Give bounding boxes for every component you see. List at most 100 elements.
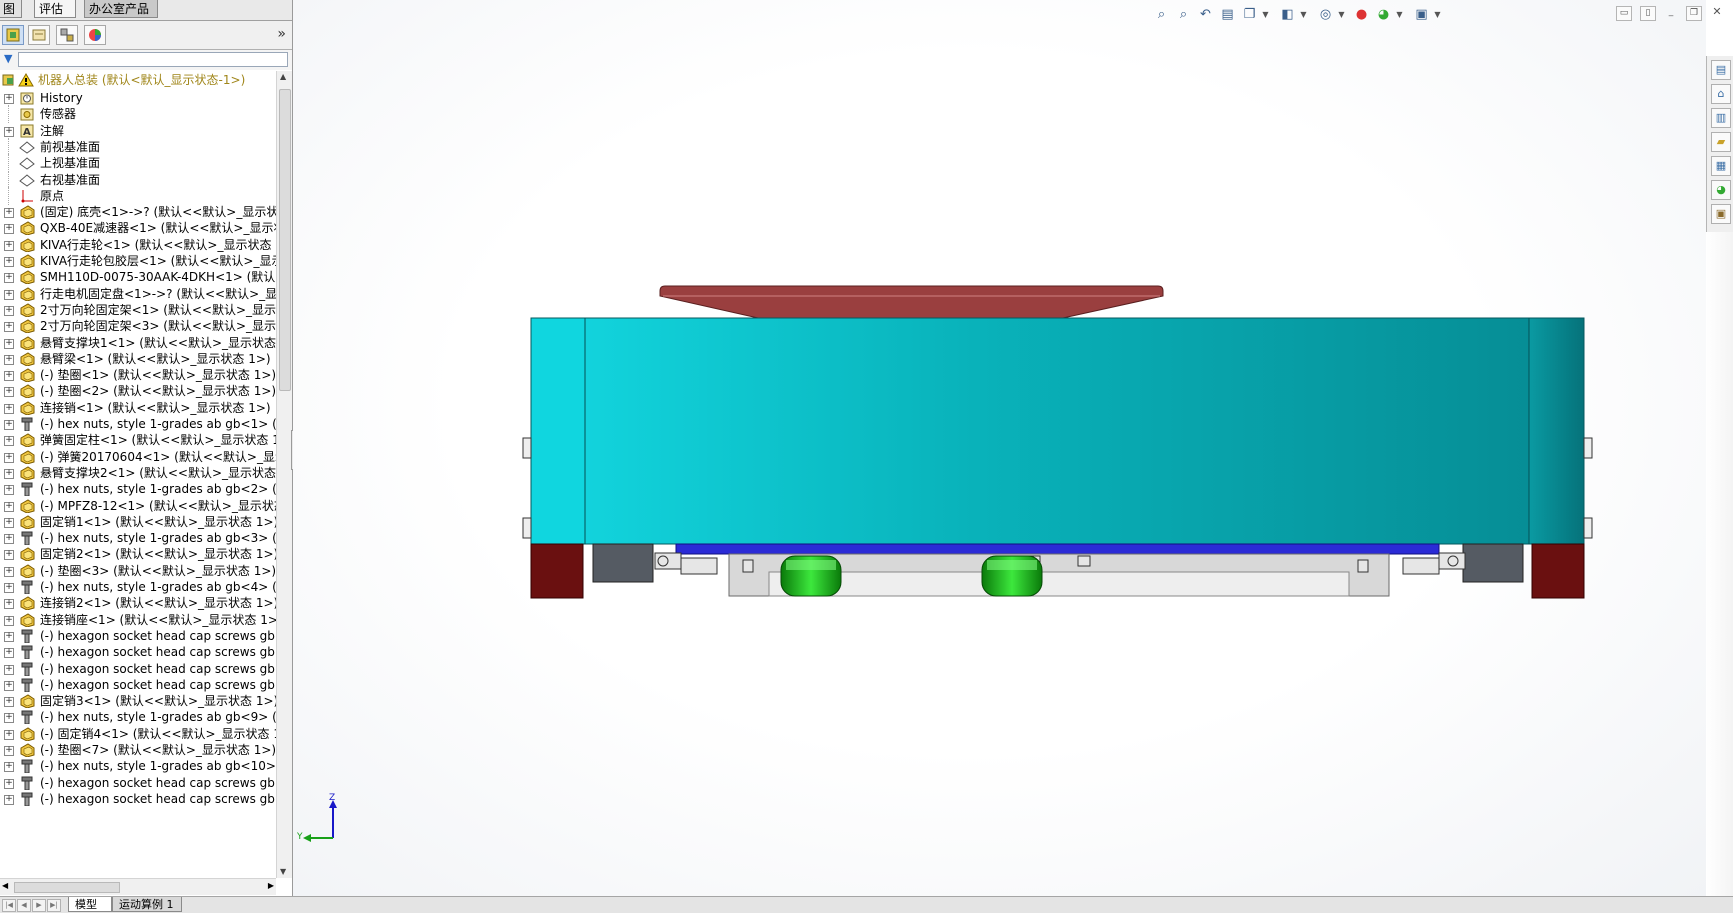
expand-toggle-icon[interactable]: + [4, 289, 14, 300]
tab-motion-study[interactable]: 运动算例 1 [112, 897, 182, 912]
tree-node[interactable]: + 固定销1<1> (默认<<默认>_显示状态 1>) [0, 513, 276, 531]
tree-vertical-scrollbar[interactable]: ▲ ▼ [276, 71, 292, 878]
tree-node[interactable]: + SMH110D-0075-30AAK-4DKH<1> (默认< [0, 268, 276, 286]
tree-node[interactable]: + (-) hexagon socket head cap screws gb< [0, 790, 276, 808]
tree-node[interactable]: + (-) hex nuts, style 1-grades ab gb<9> (… [0, 708, 276, 726]
tree-node[interactable]: + KIVA行走轮<1> (默认<<默认>_显示状态 1 [0, 236, 276, 254]
tree-node[interactable]: + 连接销<1> (默认<<默认>_显示状态 1>) [0, 399, 276, 417]
expand-toggle-icon[interactable]: + [4, 550, 14, 561]
filter-icon[interactable]: ▼ [4, 52, 12, 65]
tile-horizontal-icon[interactable]: ▭ [1616, 6, 1632, 21]
expand-toggle-icon[interactable]: + [4, 697, 14, 708]
custom-properties-icon[interactable]: ▣ [1711, 204, 1731, 224]
expand-toggle-icon[interactable]: + [4, 794, 14, 805]
tree-node[interactable]: + (-) 弹簧20170604<1> (默认<<默认>_显示 [0, 448, 276, 466]
tree-horizontal-scrollbar[interactable]: ◀ ▶ [0, 878, 276, 895]
expand-toggle-icon[interactable]: + [4, 126, 14, 137]
expand-toggle-icon[interactable]: + [4, 501, 14, 512]
scroll-down-icon[interactable]: ▼ [280, 867, 286, 876]
expand-toggle-icon[interactable]: + [4, 713, 14, 724]
expand-toggle-icon[interactable]: + [4, 371, 14, 382]
expand-toggle-icon[interactable]: + [4, 240, 14, 251]
tile-vertical-icon[interactable]: ▯ [1640, 6, 1656, 21]
scroll-up-icon[interactable]: ▲ [280, 72, 286, 81]
tab-evaluate[interactable]: 评估 [34, 0, 76, 18]
tree-node[interactable]: + 固定销2<1> (默认<<默认>_显示状态 1>) [0, 545, 276, 563]
next-tab-icon[interactable]: ▶ [32, 899, 46, 912]
tree-node[interactable]: + (-) hexagon socket head cap screws gb< [0, 774, 276, 792]
expand-toggle-icon[interactable]: + [4, 680, 14, 691]
tab-view[interactable]: 图 [0, 0, 22, 18]
expand-toggle-icon[interactable]: + [4, 485, 14, 496]
tree-node[interactable]: + History [0, 89, 276, 107]
expand-toggle-icon[interactable]: + [4, 354, 14, 365]
expand-toggle-icon[interactable]: + [4, 420, 14, 430]
tree-node[interactable]: + A 注解 [0, 122, 276, 140]
scroll-left-icon[interactable]: ◀ [2, 881, 8, 890]
tree-node[interactable]: + (-) hex nuts, style 1-grades ab gb<1> (… [0, 415, 276, 433]
tree-node[interactable]: 前视基准面 [0, 137, 276, 156]
expand-toggle-icon[interactable]: + [4, 599, 14, 610]
expand-toggle-icon[interactable]: + [4, 403, 14, 414]
tree-node[interactable]: + (-) hex nuts, style 1-grades ab gb<2> (… [0, 480, 276, 498]
expand-toggle-icon[interactable]: + [4, 387, 14, 398]
view-palette-icon[interactable]: ▦ [1711, 156, 1731, 176]
expand-panel-icon[interactable]: » [277, 26, 286, 42]
tree-node[interactable]: + 连接销座<1> (默认<<默认>_显示状态 1>) [0, 611, 276, 629]
expand-toggle-icon[interactable]: + [4, 436, 14, 447]
expand-toggle-icon[interactable]: + [4, 208, 14, 219]
graphics-area[interactable]: ⌕ ⌕ ↶ ▤ ❐ ▼ ◧ ▼ ◎ ▼ ● ◕ ▼ ▣ ▼ ▭ ▯ _ ❐ ✕ … [293, 0, 1722, 896]
tree-node[interactable]: 传感器 [0, 105, 276, 124]
expand-toggle-icon[interactable]: + [4, 631, 14, 642]
expand-toggle-icon[interactable]: + [4, 305, 14, 316]
scroll-right-icon[interactable]: ▶ [268, 881, 274, 890]
expand-toggle-icon[interactable]: + [4, 338, 14, 349]
tree-node[interactable]: + 固定销3<1> (默认<<默认>_显示状态 1>) [0, 692, 276, 710]
tab-model[interactable]: 模型 [68, 897, 112, 912]
expand-toggle-icon[interactable]: + [4, 583, 14, 593]
home-icon[interactable]: ⌂ [1711, 84, 1731, 104]
expand-toggle-icon[interactable]: + [4, 257, 14, 267]
expand-toggle-icon[interactable]: + [4, 615, 14, 626]
minimize-icon[interactable]: _ [1664, 6, 1678, 19]
tree-node[interactable]: + (-) hex nuts, style 1-grades ab gb<3> (… [0, 529, 276, 547]
tree-node[interactable]: + (-) hexagon socket head cap screws gb< [0, 643, 276, 661]
tree-node[interactable]: + KIVA行走轮包胶层<1> (默认<<默认>_显示 [0, 252, 276, 270]
design-library-icon[interactable]: ▥ [1711, 108, 1731, 128]
filter-input[interactable] [18, 52, 288, 67]
restore-icon[interactable]: ❐ [1686, 6, 1702, 21]
expand-toggle-icon[interactable]: + [4, 273, 14, 284]
tree-node[interactable]: + (-) hexagon socket head cap screws gb< [0, 660, 276, 678]
tree-node[interactable]: 右视基准面 [0, 170, 276, 189]
tree-node[interactable]: + (-) MPFZ8-12<1> (默认<<默认>_显示状态 [0, 497, 276, 515]
tree-node[interactable]: + (-) 垫圈<2> (默认<<默认>_显示状态 1>) [0, 382, 276, 400]
tree-node[interactable]: + (-) 垫圈<3> (默认<<默认>_显示状态 1>) [0, 562, 276, 580]
last-tab-icon[interactable]: ▶| [47, 899, 61, 912]
tree-node[interactable]: + (-) 固定销4<1> (默认<<默认>_显示状态 1: [0, 725, 276, 743]
expand-toggle-icon[interactable]: + [4, 452, 14, 463]
tree-node[interactable]: 原点 [0, 186, 276, 205]
expand-toggle-icon[interactable]: + [4, 534, 14, 545]
display-manager-tab[interactable] [84, 25, 106, 45]
close-icon[interactable]: ✕ [1710, 6, 1724, 19]
vertical-scroll-thumb[interactable] [279, 89, 291, 391]
tree-node[interactable]: +2寸万向轮固定架<1> (默认<<默认>_显示状 [0, 301, 276, 319]
tree-node[interactable]: + (-) hexagon socket head cap screws gb< [0, 676, 276, 694]
expand-toggle-icon[interactable]: + [4, 664, 14, 675]
expand-toggle-icon[interactable]: + [4, 729, 14, 740]
tree-node[interactable]: + 悬臂支撑块1<1> (默认<<默认>_显示状态 1 [0, 334, 276, 352]
expand-toggle-icon[interactable]: + [4, 762, 14, 773]
tree-node[interactable]: + 弹簧固定柱<1> (默认<<默认>_显示状态 1: [0, 431, 276, 449]
horizontal-scroll-thumb[interactable] [14, 882, 120, 893]
tree-node[interactable]: 上视基准面 [0, 154, 276, 173]
tree-node[interactable]: + QXB-40E减速器<1> (默认<<默认>_显示状 [0, 219, 276, 237]
expand-toggle-icon[interactable]: + [4, 468, 14, 479]
resources-icon[interactable]: ▤ [1711, 60, 1731, 80]
tree-root[interactable]: 机器人总装 (默认<默认_显示状态-1>) [0, 71, 276, 89]
appearances-icon[interactable]: ◕ [1711, 180, 1731, 200]
file-explorer-icon[interactable]: ▰ [1711, 132, 1731, 152]
robot-assembly-model[interactable] [522, 285, 1593, 599]
tree-node[interactable]: + (-) hexagon socket head cap screws gb< [0, 627, 276, 645]
tree-node[interactable]: + 连接销2<1> (默认<<默认>_显示状态 1>) [0, 594, 276, 612]
property-manager-tab[interactable] [28, 25, 50, 45]
